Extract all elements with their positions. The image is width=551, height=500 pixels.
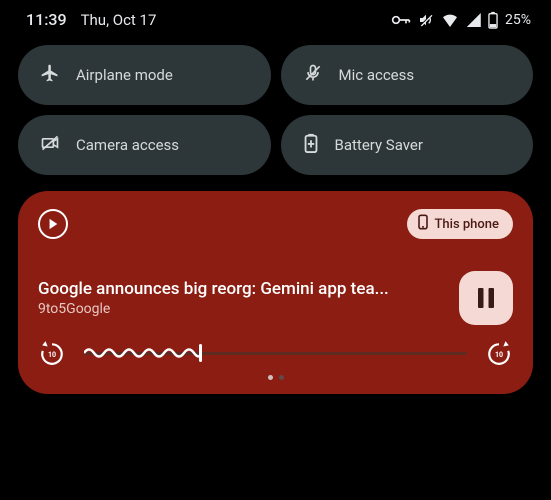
status-bar: 11:39 Thu, Oct 17 bbox=[0, 0, 551, 33]
tile-label: Battery Saver bbox=[335, 136, 423, 154]
rewind-amount: 10 bbox=[38, 351, 66, 359]
pager-dot-active[interactable] bbox=[268, 375, 273, 380]
mic-off-icon bbox=[303, 63, 323, 87]
media-app-icon[interactable] bbox=[38, 209, 68, 239]
status-right: 25% bbox=[391, 11, 531, 29]
media-title: Google announces big reorg: Gemini app t… bbox=[38, 279, 445, 299]
pause-button[interactable] bbox=[459, 271, 513, 325]
media-progress-bar[interactable] bbox=[84, 343, 467, 363]
rewind-10-button[interactable]: 10 bbox=[38, 339, 66, 367]
phone-icon bbox=[417, 214, 429, 234]
media-controls-row: 10 10 bbox=[38, 339, 513, 367]
notification-shade: 11:39 Thu, Oct 17 bbox=[0, 0, 551, 500]
clock: 11:39 bbox=[26, 10, 67, 29]
media-header: This phone bbox=[38, 209, 513, 239]
media-pager bbox=[38, 375, 513, 380]
battery-icon bbox=[487, 11, 499, 29]
battery-saver-icon bbox=[303, 133, 319, 157]
tile-label: Camera access bbox=[76, 136, 179, 154]
media-content-row: Google announces big reorg: Gemini app t… bbox=[38, 271, 513, 325]
progress-thumb[interactable] bbox=[199, 344, 202, 362]
pager-dot[interactable] bbox=[279, 375, 284, 380]
status-left: 11:39 Thu, Oct 17 bbox=[26, 10, 156, 29]
camera-access-tile[interactable]: Camera access bbox=[18, 115, 271, 175]
tile-label: Mic access bbox=[339, 66, 415, 84]
airplane-mode-tile[interactable]: Airplane mode bbox=[18, 45, 271, 105]
output-device-chip[interactable]: This phone bbox=[407, 209, 514, 239]
progress-played bbox=[84, 346, 199, 360]
date-label: Thu, Oct 17 bbox=[81, 11, 157, 29]
forward-10-button[interactable]: 10 bbox=[485, 339, 513, 367]
device-label: This phone bbox=[435, 217, 500, 232]
media-subtitle: 9to5Google bbox=[38, 301, 445, 317]
battery-percent: 25% bbox=[505, 12, 531, 28]
volume-muted-icon bbox=[417, 12, 435, 28]
vpn-key-icon bbox=[391, 14, 411, 26]
media-text: Google announces big reorg: Gemini app t… bbox=[38, 279, 445, 317]
media-player-card: This phone Google announces big reorg: G… bbox=[18, 191, 533, 394]
airplane-icon bbox=[40, 63, 60, 87]
tile-label: Airplane mode bbox=[76, 66, 173, 84]
mic-access-tile[interactable]: Mic access bbox=[281, 45, 534, 105]
wifi-icon bbox=[441, 13, 459, 27]
battery-saver-tile[interactable]: Battery Saver bbox=[281, 115, 534, 175]
forward-amount: 10 bbox=[485, 351, 513, 359]
camera-off-icon bbox=[40, 133, 60, 157]
cellular-signal-icon bbox=[465, 13, 481, 27]
quick-settings-grid: Airplane mode Mic access Camera access bbox=[0, 33, 551, 187]
